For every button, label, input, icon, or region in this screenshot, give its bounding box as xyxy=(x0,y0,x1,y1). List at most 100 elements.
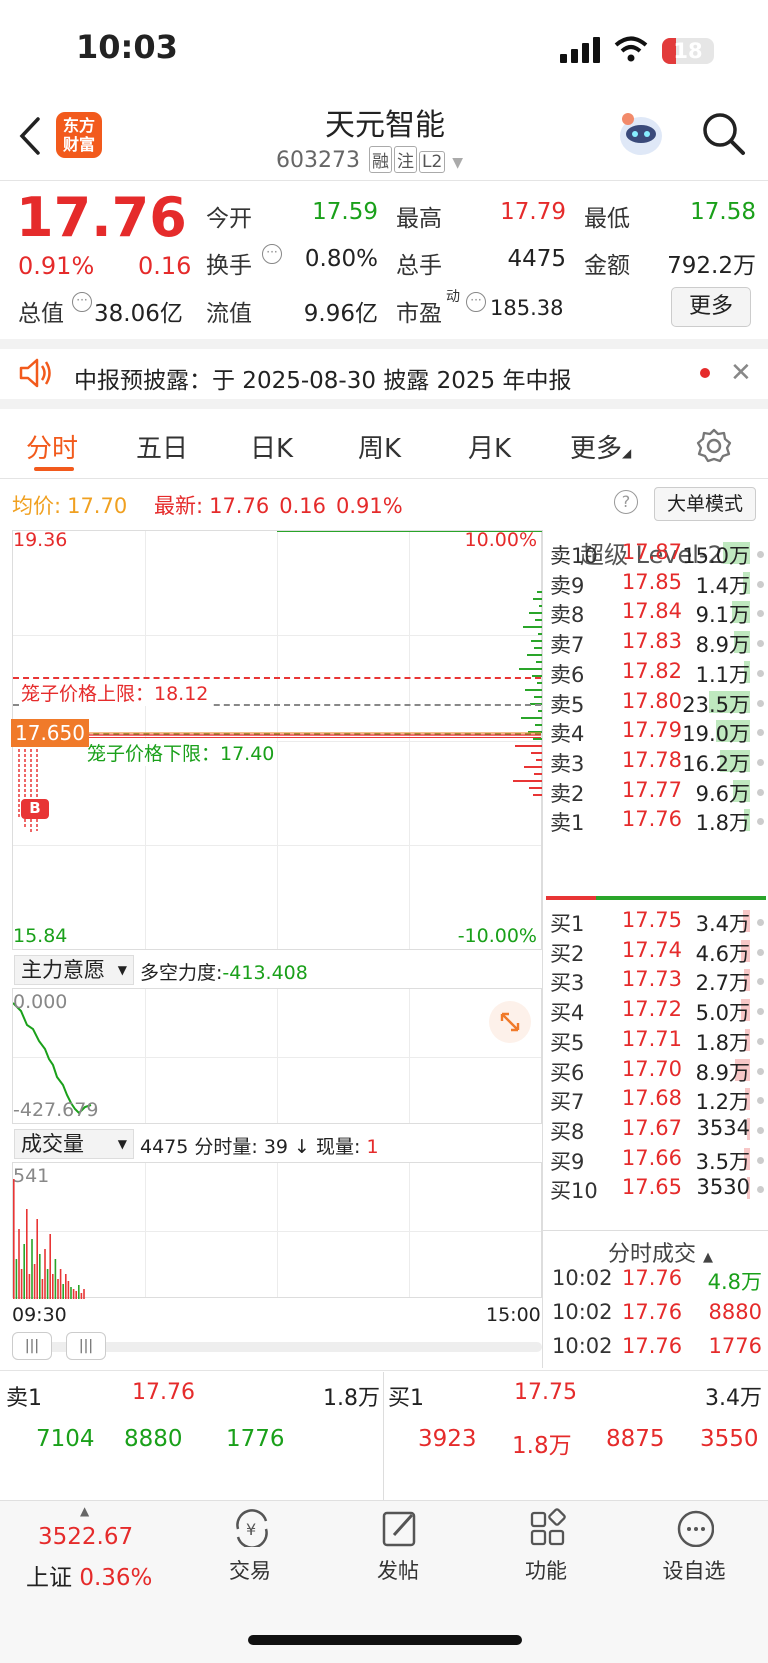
pct-min-label: -10.00% xyxy=(457,925,537,947)
stock-code-line[interactable]: 603273 融注 L2 ▼ xyxy=(276,146,463,173)
ask-volume: 9.1万 xyxy=(695,603,750,628)
expand-up-icon[interactable]: ▲ xyxy=(80,1504,89,1518)
info-icon[interactable]: ··· xyxy=(262,244,282,264)
scroll-handle-right[interactable]: ||| xyxy=(66,1332,106,1360)
trade-time: 10:02 xyxy=(552,1300,613,1324)
bid-row[interactable]: 买6 17.70 8.9万 xyxy=(550,1055,768,1085)
ask-row[interactable]: 卖4 17.79 19.0万 xyxy=(550,716,768,746)
tab-intraday[interactable]: 分时 xyxy=(26,428,78,465)
amount-label: 金额 xyxy=(584,253,630,279)
ask-row[interactable]: 卖3 17.78 16.2万 xyxy=(550,746,768,776)
bid-row[interactable]: 买1 17.75 3.4万 xyxy=(550,906,768,936)
bid-level-label: 买9 xyxy=(550,1149,585,1174)
bid-row[interactable]: 买5 17.71 1.8万 xyxy=(550,1025,768,1055)
nav-post[interactable]: 发帖 xyxy=(348,1507,448,1585)
intraday-chart[interactable]: 笼子价格上限：18.12 笼子价格下限：17.40 17.650 B 19.36… xyxy=(11,529,543,950)
ask-price: 17.82 xyxy=(621,658,682,683)
bid-row[interactable]: 买7 17.68 1.2万 xyxy=(550,1084,768,1114)
ask-row[interactable]: 卖6 17.82 1.1万 xyxy=(550,657,768,687)
y-max-label: 19.36 xyxy=(13,529,68,551)
bid-row[interactable]: 买10 17.65 3530 xyxy=(550,1173,768,1203)
volume-select[interactable]: 成交量 ▼ xyxy=(14,1129,134,1159)
depth-bar xyxy=(521,717,543,719)
trade-row[interactable]: 10:02 17.76 4.8万 xyxy=(552,1266,762,1296)
settings-icon[interactable] xyxy=(696,428,732,464)
back-icon[interactable] xyxy=(18,116,42,156)
bid-row[interactable]: 买4 17.72 5.0万 xyxy=(550,995,768,1025)
ask-row[interactable]: 卖9 17.85 1.4万 xyxy=(550,568,768,598)
ask-row[interactable]: 卖2 17.77 9.6万 xyxy=(550,776,768,806)
nav-trade[interactable]: ¥ 交易 xyxy=(200,1507,300,1585)
more-button[interactable]: 更多 xyxy=(671,287,751,327)
tab-weekly-k[interactable]: 周K xyxy=(358,428,401,465)
bid-level-label: 买4 xyxy=(550,1001,585,1026)
volume-bar xyxy=(72,1289,75,1299)
tab-daily-k[interactable]: 日K xyxy=(250,428,293,465)
ask-row[interactable]: 卖5 17.80 23.5万 xyxy=(550,687,768,717)
indicator-select[interactable]: 主力意愿 ▼ xyxy=(14,955,134,985)
search-icon[interactable] xyxy=(702,112,746,156)
ask-dot xyxy=(757,818,764,826)
bid-level-label: 买8 xyxy=(550,1119,585,1144)
ask-level-label: 卖9 xyxy=(550,573,585,598)
index-ticker[interactable]: 上证 0.36% xyxy=(26,1558,152,1592)
ask-row[interactable]: 卖8 17.84 9.1万 xyxy=(550,597,768,627)
ask-row[interactable]: 卖1 17.76 1.8万 xyxy=(550,805,768,835)
bid-row[interactable]: 买2 17.74 4.6万 xyxy=(550,936,768,966)
ask-price: 17.80 xyxy=(621,688,682,713)
trades-title[interactable]: 分时成交 ▲ xyxy=(608,1236,713,1268)
bid-row[interactable]: 买3 17.73 2.7万 xyxy=(550,965,768,995)
volume-bar xyxy=(70,1287,72,1299)
tag-margin: 融 xyxy=(368,146,392,173)
bid-row[interactable]: 买8 17.67 3534 xyxy=(550,1114,768,1144)
indicator-chart[interactable]: 0.000 -427.679 xyxy=(12,988,542,1124)
tab-monthly-k[interactable]: 月K xyxy=(468,428,511,465)
status-time: 10:03 xyxy=(76,28,178,66)
scroll-handle-left[interactable]: ||| xyxy=(12,1332,52,1360)
volume-bar xyxy=(26,1209,28,1299)
indicator-top-label: 0.000 xyxy=(13,991,68,1013)
ask-volume: 16.2万 xyxy=(682,751,750,776)
robot-assistant-icon[interactable] xyxy=(616,110,666,158)
buy-marker[interactable]: B xyxy=(21,799,49,819)
bid-dot xyxy=(757,1008,764,1016)
index-value[interactable]: 3522.67 xyxy=(38,1524,133,1550)
nav-functions[interactable]: 功能 xyxy=(496,1507,596,1585)
trade-row[interactable]: 10:02 17.76 1776 xyxy=(552,1334,762,1364)
info-icon[interactable]: ··· xyxy=(72,292,92,312)
svg-text:¥: ¥ xyxy=(246,1520,256,1539)
cursor-price-label[interactable]: 17.650 xyxy=(11,719,89,747)
close-icon[interactable]: ✕ xyxy=(730,358,752,388)
trade-volume: 4.8万 xyxy=(707,1270,762,1294)
tab-five-day[interactable]: 五日 xyxy=(136,428,188,465)
bid-volume: 5.0万 xyxy=(695,1001,750,1026)
nav-add-watchlist[interactable]: 设自选 xyxy=(644,1507,744,1585)
bid-row[interactable]: 买9 17.66 3.5万 xyxy=(550,1144,768,1174)
volume-chart[interactable]: 541 xyxy=(12,1162,542,1299)
notice-text[interactable]: 中报预披露：于 2025-08-30 披露 2025 年中报 xyxy=(74,361,571,395)
volume-bar xyxy=(39,1254,41,1299)
ask-level-label: 卖3 xyxy=(550,751,585,776)
ask-queue-item: 7104 xyxy=(36,1426,95,1452)
bid-level-label: 买2 xyxy=(550,941,585,966)
bid-price: 17.74 xyxy=(621,937,682,962)
sub2-header: 成交量 ▼ 4475 分时量: 39 ↓ 现量: 1 xyxy=(12,1126,542,1162)
help-icon[interactable]: ? xyxy=(614,490,638,514)
volume-bar xyxy=(28,1274,31,1299)
tab-more[interactable]: 更多◢ xyxy=(570,428,631,465)
ask-price: 17.87 xyxy=(621,540,682,564)
bid-dot xyxy=(757,948,764,956)
big-order-mode-button[interactable]: 大单模式 xyxy=(654,487,756,521)
ask-row[interactable]: 卖7 17.83 8.9万 xyxy=(550,627,768,657)
trade-row[interactable]: 10:02 17.76 8880 xyxy=(552,1300,762,1330)
ask-dot xyxy=(757,610,764,618)
home-indicator[interactable] xyxy=(248,1635,522,1645)
expand-icon[interactable] xyxy=(489,1001,531,1043)
bid1-price: 17.75 xyxy=(514,1380,577,1405)
change-percent: 0.91% xyxy=(18,252,95,280)
current-volume: 1 xyxy=(366,1136,379,1158)
ask-row[interactable]: 卖10 17.87 15.0万 xyxy=(550,538,768,568)
volume-bar xyxy=(20,1269,23,1299)
info-icon[interactable]: ··· xyxy=(466,292,486,312)
ask-level-label: 卖6 xyxy=(550,662,585,687)
